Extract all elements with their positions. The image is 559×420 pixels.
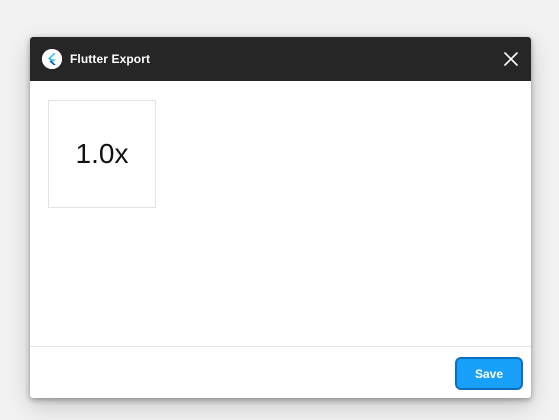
dialog-titlebar: Flutter Export [30, 37, 531, 81]
close-icon[interactable] [503, 51, 519, 67]
flutter-logo-icon [42, 49, 62, 69]
save-button[interactable]: Save [455, 357, 523, 390]
flutter-export-dialog: Flutter Export 1.0x Save [30, 37, 531, 398]
dialog-footer: Save [30, 346, 531, 398]
dialog-title: Flutter Export [70, 52, 151, 66]
dialog-content: 1.0x [30, 81, 531, 346]
scale-option-1x[interactable]: 1.0x [48, 100, 156, 208]
